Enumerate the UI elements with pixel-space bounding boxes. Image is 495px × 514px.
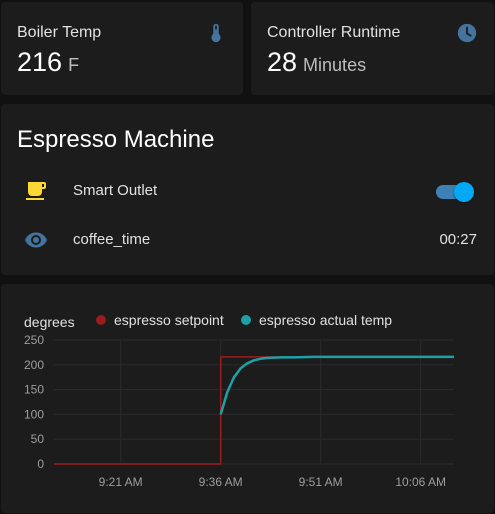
espresso-machine-card: Espresso Machine Smart Outlet coffee_tim… xyxy=(1,104,494,275)
x-tick-label: 9:21 AM xyxy=(99,475,143,489)
legend-swatch-actual xyxy=(241,315,251,325)
legend-swatch-setpoint xyxy=(96,315,106,325)
controller-runtime-unit: Minutes xyxy=(303,55,367,75)
coffee-time-state: 00:27 xyxy=(439,231,477,248)
y-tick-label: 200 xyxy=(24,358,44,372)
x-tick-label: 9:36 AM xyxy=(199,475,243,489)
history-graph-card[interactable]: degrees espresso setpoint espresso actua… xyxy=(1,284,494,513)
thermometer-icon xyxy=(211,23,221,43)
chart-grid xyxy=(54,339,454,465)
toggle-knob xyxy=(454,182,474,202)
x-tick-label: 9:51 AM xyxy=(299,475,343,489)
controller-runtime-value: 28 Minutes xyxy=(267,47,366,78)
chart-series xyxy=(54,355,454,465)
y-tick-labels: 0 50 100 150 200 250 xyxy=(24,333,44,471)
series-line-setpoint xyxy=(54,356,454,465)
y-axis-label: degrees xyxy=(24,314,75,330)
boiler-temp-unit: F xyxy=(68,55,80,75)
boiler-temp-number: 216 xyxy=(17,47,63,77)
y-tick-label: 150 xyxy=(24,383,44,397)
smart-outlet-label: Smart Outlet xyxy=(73,182,158,199)
x-tick-label: 10:06 AM xyxy=(395,475,446,489)
controller-runtime-card[interactable]: Controller Runtime 28 Minutes xyxy=(251,2,494,95)
eye-icon xyxy=(25,232,47,248)
card-title: Espresso Machine xyxy=(17,126,215,153)
clock-icon xyxy=(457,23,477,43)
smart-outlet-toggle[interactable] xyxy=(436,181,474,202)
controller-runtime-name: Controller Runtime xyxy=(267,24,401,41)
controller-runtime-number: 28 xyxy=(267,47,298,77)
coffee-time-label: coffee_time xyxy=(73,231,151,248)
boiler-temp-value: 216 F xyxy=(17,47,79,78)
entity-row-coffee-time[interactable]: coffee_time 00:27 xyxy=(1,220,494,260)
y-tick-label: 50 xyxy=(31,432,45,446)
y-tick-label: 100 xyxy=(24,407,44,421)
entity-row-smart-outlet[interactable]: Smart Outlet xyxy=(1,171,494,211)
boiler-temp-name: Boiler Temp xyxy=(17,24,102,41)
x-tick-labels: 9:21 AM 9:36 AM 9:51 AM 10:06 AM xyxy=(99,475,446,489)
series-line-actual xyxy=(219,355,454,415)
legend-label-actual[interactable]: espresso actual temp xyxy=(259,312,392,328)
coffee-icon xyxy=(26,182,46,200)
boiler-temp-card[interactable]: Boiler Temp 216 F xyxy=(1,2,243,95)
y-tick-label: 250 xyxy=(24,333,44,347)
history-chart[interactable]: degrees espresso setpoint espresso actua… xyxy=(1,284,494,513)
y-tick-label: 0 xyxy=(37,457,44,471)
legend-label-setpoint[interactable]: espresso setpoint xyxy=(114,312,224,328)
